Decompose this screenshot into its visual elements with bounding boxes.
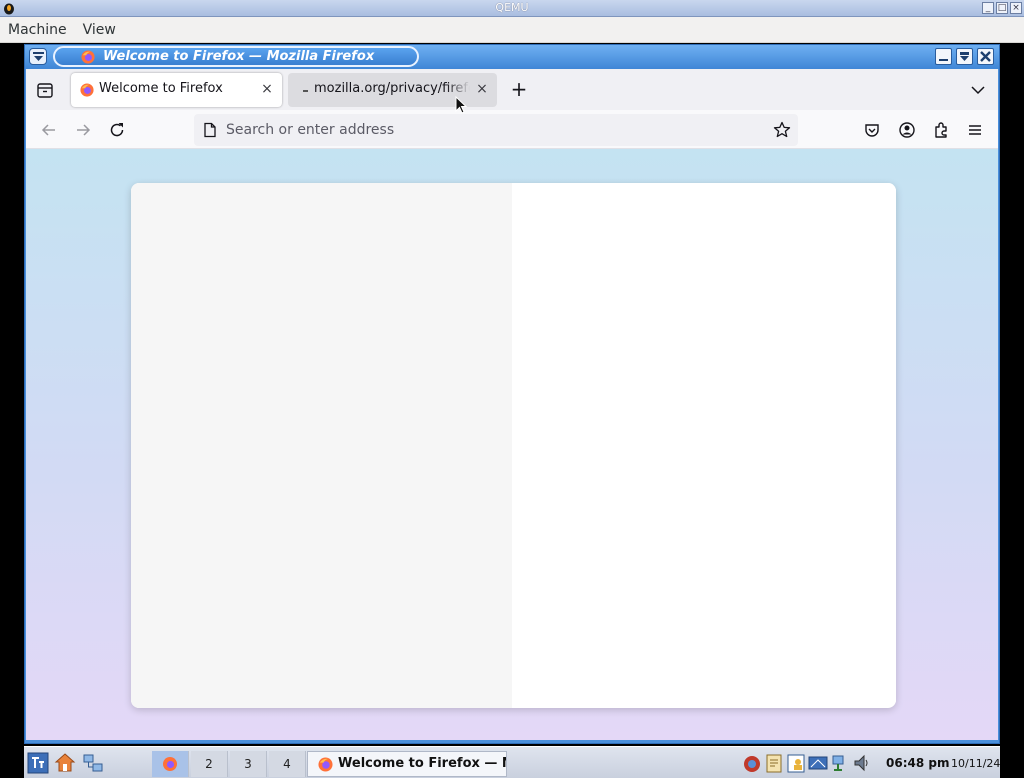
taskbar-firefox-window[interactable]: Welcome to Firefox — Mozilla Firefox — [307, 751, 507, 777]
address-bar[interactable] — [194, 114, 798, 146]
update-notifier-icon[interactable] — [742, 752, 762, 774]
list-all-tabs-chevron-down-icon[interactable] — [968, 80, 988, 100]
forward-arrow-icon[interactable] — [72, 119, 94, 141]
firefox-window: Welcome to Firefox — Mozilla Firefox Wel… — [24, 44, 1000, 744]
desktop-3-button[interactable]: 3 — [230, 751, 267, 777]
window-close-button[interactable] — [977, 48, 994, 65]
window-maximize-button[interactable] — [956, 48, 973, 65]
taskbar: 2 3 4 Welcome to Firefox — Mozilla Firef… — [24, 746, 1000, 778]
clock-date: 10/11/24 — [951, 757, 1001, 770]
firefox-favicon-icon — [80, 83, 94, 97]
tab-close-button[interactable]: × — [259, 81, 275, 97]
address-input[interactable] — [226, 114, 766, 146]
home-folder-icon[interactable] — [54, 752, 76, 774]
window-minimize-button[interactable] — [935, 48, 952, 65]
firefox-task-icon — [318, 757, 333, 772]
hamburger-menu-icon[interactable] — [964, 119, 986, 141]
qemu-minimize-button[interactable]: _ — [982, 2, 994, 14]
tab-label: mozilla.org/privacy/firefox — [314, 81, 470, 96]
network-status-icon[interactable] — [830, 752, 850, 774]
firefox-desktop-icon — [163, 757, 177, 771]
navigation-toolbar — [26, 110, 998, 149]
welcome-card-right-panel — [512, 183, 896, 703]
window-menu-icon — [33, 52, 44, 61]
new-tab-button[interactable]: + — [507, 78, 531, 102]
bookmark-star-icon[interactable] — [772, 120, 792, 140]
close-icon — [980, 51, 991, 62]
guest-display: Welcome to Firefox — Mozilla Firefox Wel… — [0, 43, 1024, 778]
user-status-icon[interactable] — [786, 752, 806, 774]
network-settings-icon[interactable] — [82, 752, 104, 774]
account-icon[interactable] — [896, 119, 918, 141]
window-menu-button[interactable] — [29, 48, 47, 65]
page-content — [26, 149, 998, 740]
maximize-icon — [960, 52, 969, 61]
tab-label: Welcome to Firefox — [99, 81, 223, 96]
menu-machine[interactable]: Machine — [0, 22, 75, 38]
back-arrow-icon[interactable] — [38, 119, 60, 141]
pocket-icon[interactable] — [861, 119, 883, 141]
qemu-window-title: QEMU — [495, 1, 529, 14]
window-title: Welcome to Firefox — Mozilla Firefox — [103, 49, 375, 64]
mouse-cursor-icon — [455, 96, 467, 114]
tab-welcome[interactable]: Welcome to Firefox × — [71, 73, 282, 107]
extensions-puzzle-icon[interactable] — [930, 119, 952, 141]
tab-close-button[interactable]: × — [474, 81, 490, 97]
task-label: Welcome to Firefox — Mozilla Firefox — [338, 756, 506, 771]
firefox-logo-icon — [81, 50, 95, 64]
desktop-2-button[interactable]: 2 — [191, 751, 228, 777]
clock-time: 06:48 pm — [886, 756, 950, 770]
welcome-card — [131, 183, 896, 708]
desktop-4-button[interactable]: 4 — [269, 751, 306, 777]
menu-view[interactable]: View — [75, 22, 124, 38]
qemu-titlebar: QEMU _ □ × — [0, 0, 1024, 17]
clipboard-icon[interactable] — [764, 752, 784, 774]
firefox-titlebar[interactable]: Welcome to Firefox — Mozilla Firefox — [25, 45, 999, 69]
tab-strip: Welcome to Firefox × mozilla.org/privacy… — [26, 69, 998, 110]
firefox-view-icon[interactable] — [34, 79, 56, 101]
volume-icon[interactable] — [852, 752, 872, 774]
system-tray — [742, 752, 872, 774]
page-icon — [204, 122, 216, 138]
start-menu-icon[interactable] — [27, 752, 49, 774]
qemu-close-button[interactable]: × — [1010, 2, 1022, 14]
minimize-icon — [939, 59, 948, 61]
welcome-card-left-panel — [131, 183, 512, 708]
display-settings-icon[interactable] — [808, 752, 828, 774]
qemu-menubar: Machine View — [0, 17, 1024, 43]
desktop-1-button[interactable] — [152, 751, 189, 777]
reload-icon[interactable] — [106, 119, 128, 141]
loading-indicator-icon — [303, 90, 308, 92]
qemu-maximize-button[interactable]: □ — [996, 2, 1008, 14]
window-title-pill: Welcome to Firefox — Mozilla Firefox — [53, 46, 419, 67]
